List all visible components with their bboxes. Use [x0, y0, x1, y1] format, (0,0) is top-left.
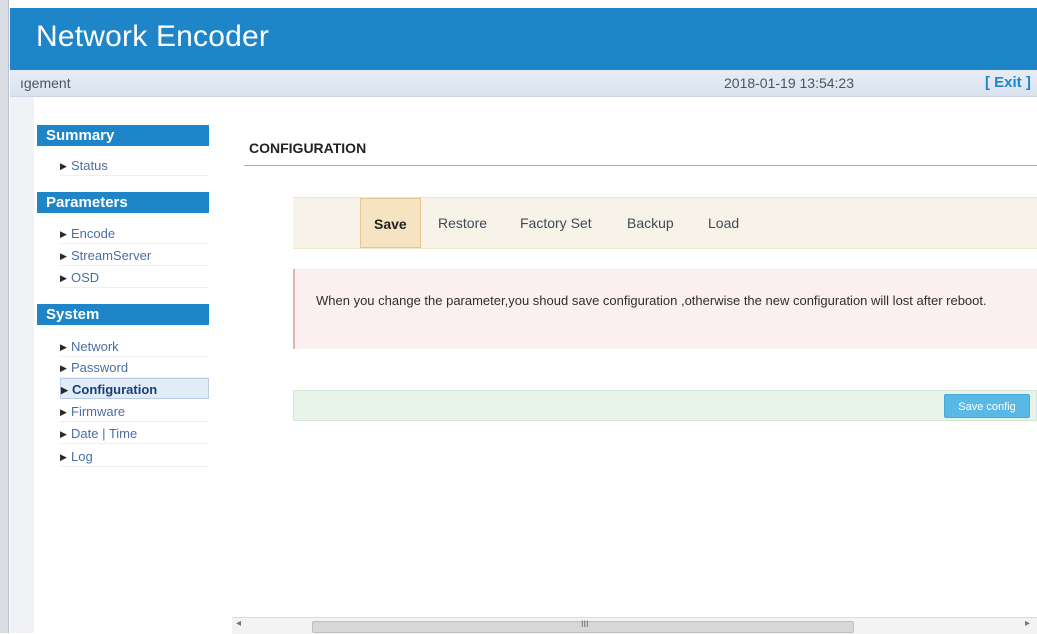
app-header: Network Encoder — [10, 8, 1037, 70]
triangle-right-icon: ▶ — [60, 429, 67, 440]
sidebar-item-configuration[interactable]: ▶ Configuration — [60, 378, 209, 399]
triangle-right-icon: ▶ — [60, 342, 67, 353]
triangle-right-icon: ▶ — [61, 385, 68, 396]
tab-factory-set[interactable]: Factory Set — [520, 198, 592, 248]
sidebar-item-osd[interactable]: ▶ OSD — [60, 267, 208, 288]
sidebar-item-date-time[interactable]: ▶ Date | Time — [60, 423, 208, 444]
sidebar-item-label: Configuration — [72, 382, 158, 397]
tab-load[interactable]: Load — [708, 198, 739, 248]
scrollbar-thumb[interactable]: III — [312, 619, 854, 633]
sidebar-item-label: Encode — [71, 226, 116, 241]
scrollbar-grip: III — [581, 619, 589, 629]
tab-restore[interactable]: Restore — [438, 198, 487, 248]
window-left-edge — [0, 0, 9, 633]
notice-text: When you change the parameter,you shoud … — [316, 293, 987, 308]
main-content: CONFIGURATION Save Restore Factory Set B… — [232, 97, 1037, 617]
tab-save[interactable]: Save — [360, 198, 421, 248]
sidebar-item-status[interactable]: ▶ Status — [60, 155, 208, 176]
sidebar-item-label: OSD — [71, 270, 100, 285]
sidebar-item-network[interactable]: ▶ Network — [60, 336, 208, 357]
horizontal-scrollbar[interactable]: ◂ III ▸ — [232, 617, 1037, 634]
exit-link[interactable]: [ Exit ] — [985, 74, 1031, 91]
config-tabs: Save Restore Factory Set Backup Load — [293, 197, 1037, 249]
sidebar-item-firmware[interactable]: ▶ Firmware — [60, 401, 208, 422]
app-title: Network Encoder — [36, 20, 270, 53]
triangle-right-icon: ▶ — [60, 161, 67, 172]
management-label: ıgement — [20, 75, 71, 91]
sidebar-item-label: Log — [71, 449, 93, 464]
triangle-right-icon: ▶ — [60, 251, 67, 262]
section-summary: Summary — [37, 125, 209, 146]
sidebar: Summary ▶ Status Parameters ▶ Encode ▶ Stre… — [10, 97, 233, 633]
sidebar-item-password[interactable]: ▶ Password — [60, 357, 208, 378]
triangle-right-icon: ▶ — [60, 273, 67, 284]
section-system: System — [37, 304, 209, 325]
sidebar-item-label: Password — [71, 360, 129, 375]
sidebar-item-log[interactable]: ▶ Log — [60, 446, 208, 467]
section-parameters: Parameters — [37, 192, 209, 213]
sidebar-item-label: Date | Time — [71, 426, 138, 441]
triangle-right-icon: ▶ — [60, 407, 67, 418]
triangle-right-icon: ▶ — [60, 363, 67, 374]
sidebar-item-label: Status — [71, 158, 108, 173]
title-divider — [244, 165, 1037, 166]
sidebar-item-encode[interactable]: ▶ Encode — [60, 223, 208, 244]
sidebar-item-streamserver[interactable]: ▶ StreamServer — [60, 245, 208, 266]
sidebar-item-label: StreamServer — [71, 248, 152, 263]
notice-box: When you change the parameter,you shoud … — [293, 269, 1037, 349]
save-config-button[interactable]: Save config — [944, 394, 1030, 418]
triangle-right-icon: ▶ — [60, 452, 67, 463]
sidebar-item-label: Firmware — [71, 404, 126, 419]
datetime-label: 2018-01-19 13:54:23 — [724, 75, 854, 91]
status-bar: ıgement 2018-01-19 13:54:23 [ Exit ] — [10, 70, 1037, 97]
page-title: CONFIGURATION — [249, 140, 367, 156]
tab-backup[interactable]: Backup — [627, 198, 674, 248]
save-bar: Save config — [293, 390, 1037, 421]
scroll-left-icon[interactable]: ◂ — [236, 618, 241, 629]
sidebar-item-label: Network — [71, 339, 119, 354]
scroll-right-icon[interactable]: ▸ — [1025, 618, 1030, 629]
triangle-right-icon: ▶ — [60, 229, 67, 240]
